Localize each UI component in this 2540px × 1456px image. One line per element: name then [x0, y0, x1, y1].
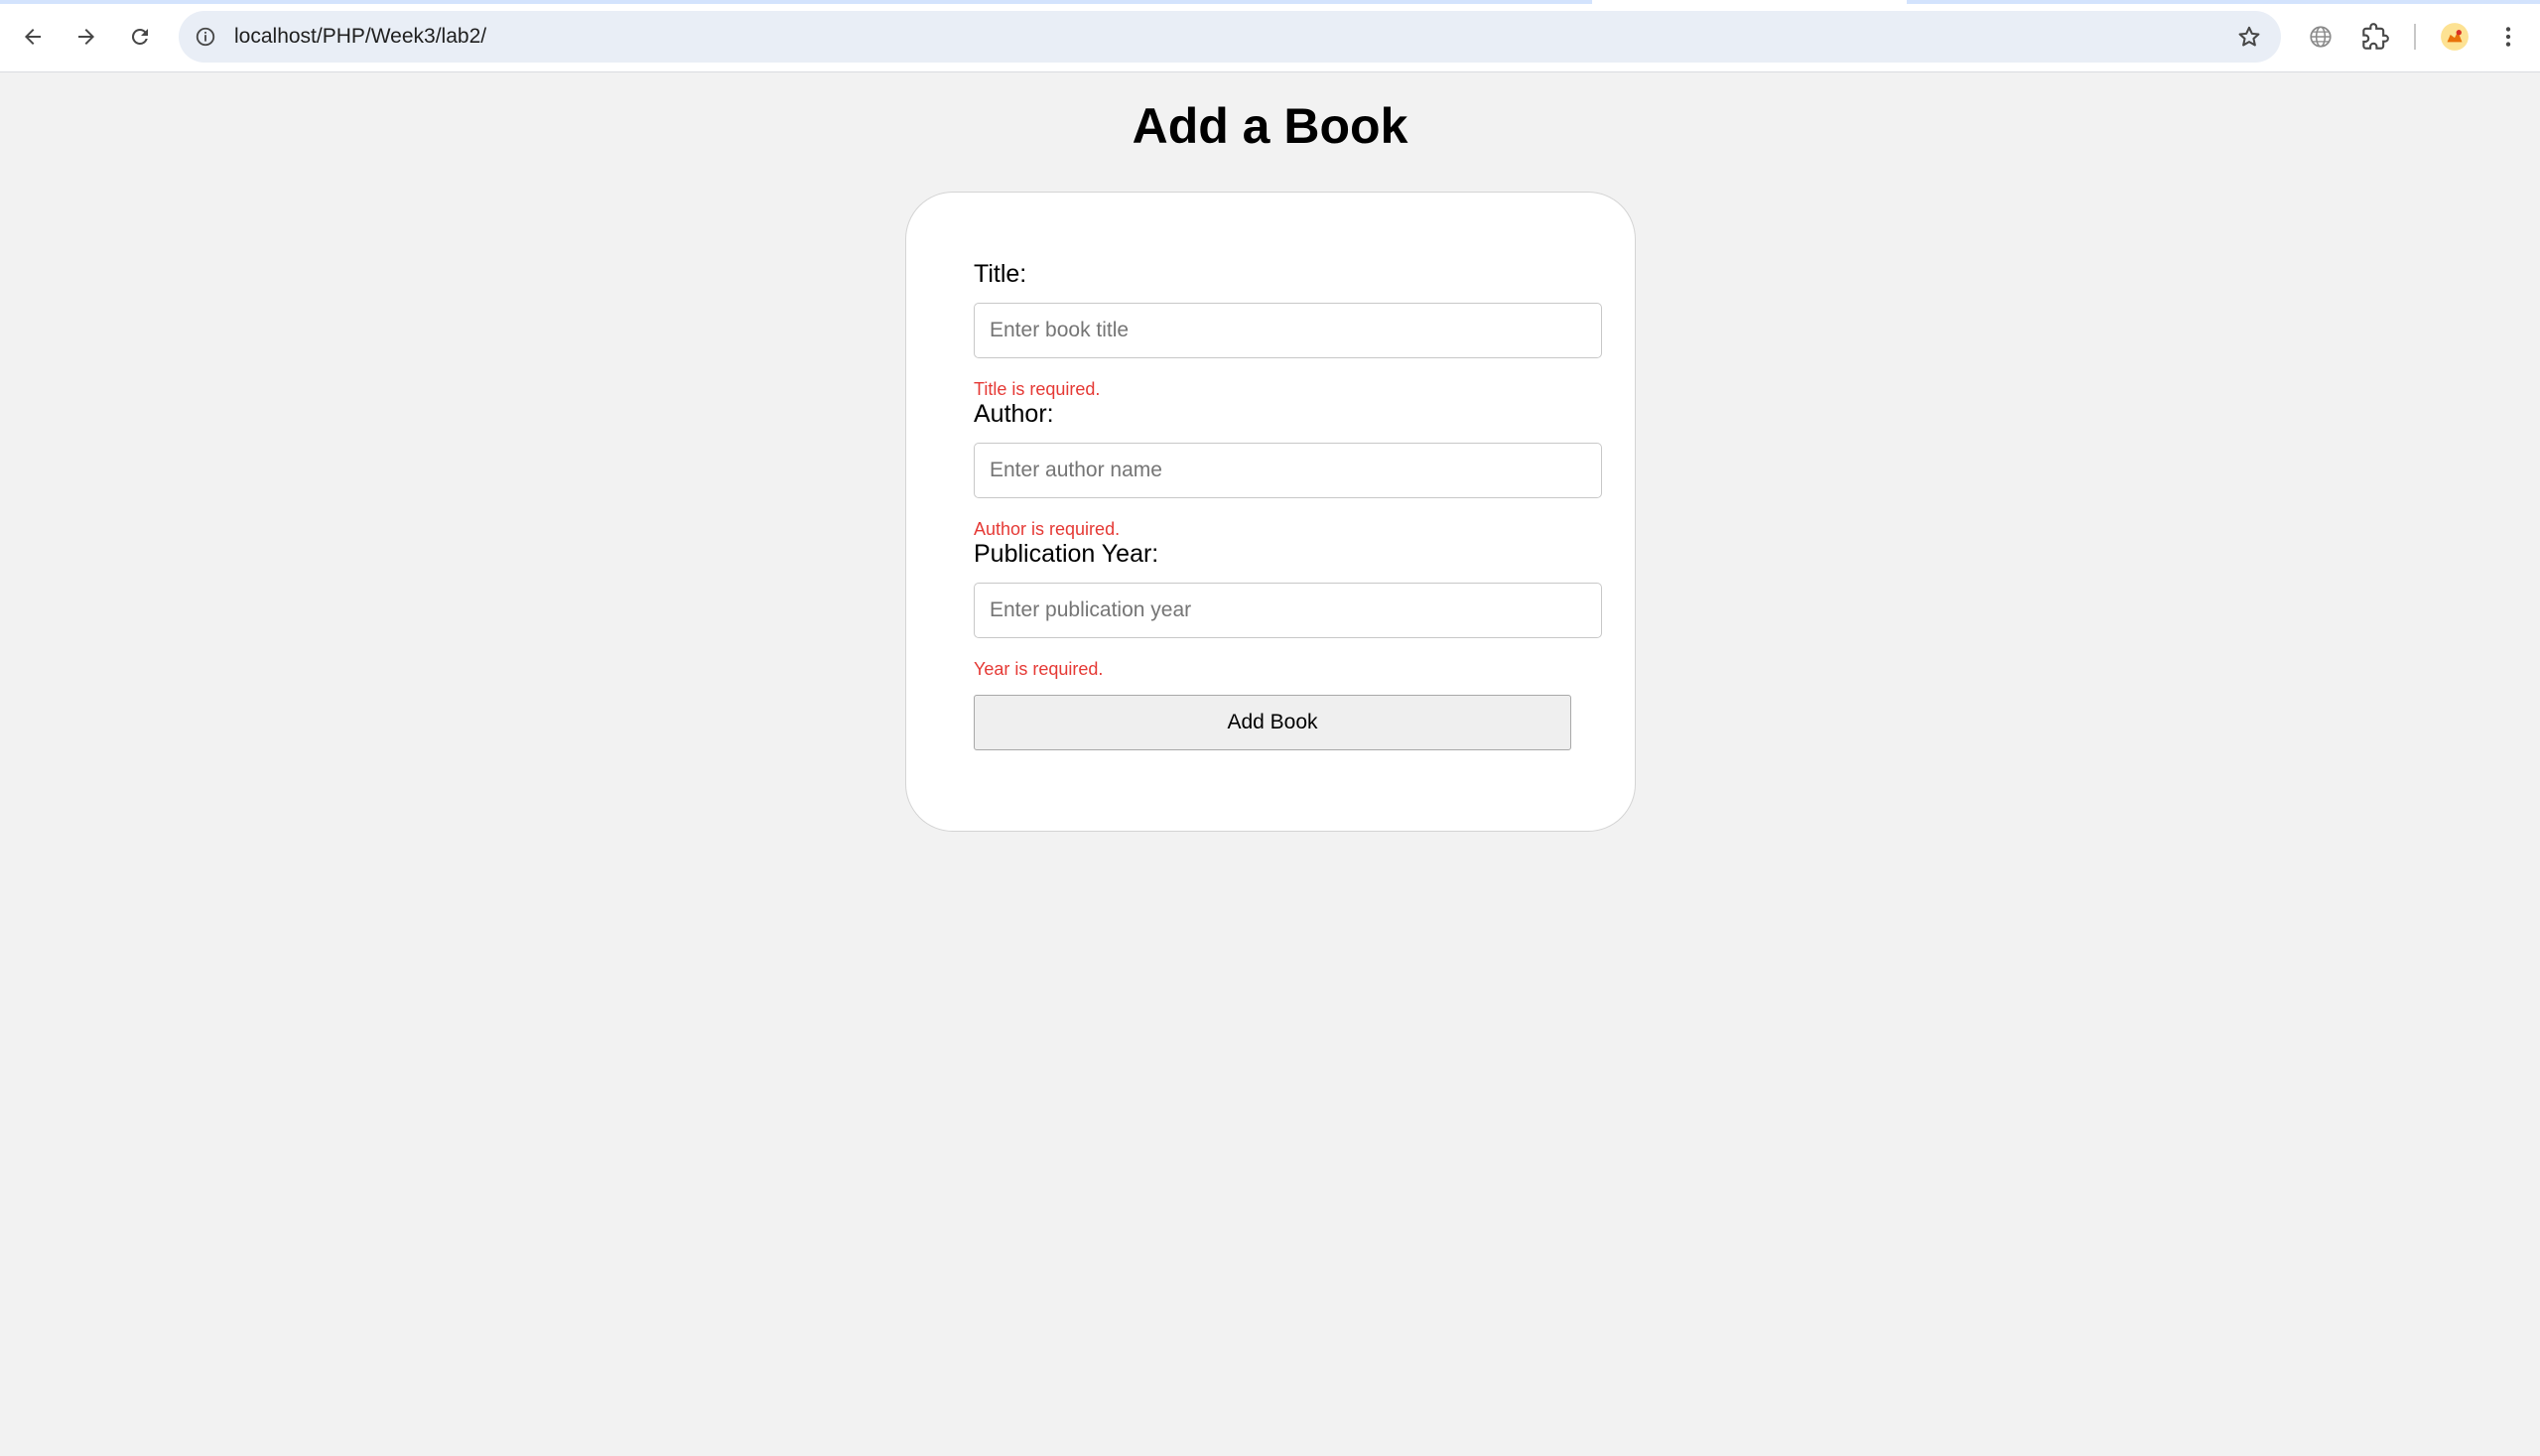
puzzle-icon[interactable] [2355, 17, 2395, 57]
loading-progress-bar [0, 0, 2540, 4]
address-bar[interactable]: localhost/PHP/Week3/lab2/ [179, 11, 2281, 63]
year-label: Publication Year: [974, 540, 1159, 568]
profile-avatar-icon[interactable] [2435, 17, 2474, 57]
author-label: Author: [974, 400, 1054, 428]
year-error: Year is required. [974, 659, 1104, 679]
info-icon[interactable] [193, 24, 218, 50]
page-title: Add a Book [1132, 98, 1408, 154]
title-label: Title: [974, 260, 1027, 288]
year-input[interactable] [974, 583, 1602, 638]
kebab-menu-icon[interactable] [2488, 17, 2528, 57]
add-book-button[interactable]: Add Book [974, 695, 1571, 750]
reload-button[interactable] [120, 17, 160, 57]
add-book-form: Title: Title is required. Author: Author… [905, 192, 1636, 832]
title-error: Title is required. [974, 379, 1101, 399]
browser-toolbar: localhost/PHP/Week3/lab2/ [0, 0, 2540, 72]
progress-segment [0, 0, 1592, 4]
arrow-left-icon [25, 29, 41, 45]
author-error: Author is required. [974, 519, 1121, 539]
title-input[interactable] [974, 303, 1602, 358]
forward-button[interactable] [67, 17, 106, 57]
arrow-right-icon [78, 29, 94, 45]
toolbar-divider [2414, 24, 2416, 50]
author-input[interactable] [974, 443, 1602, 498]
globe-icon[interactable] [2301, 17, 2340, 57]
star-icon[interactable] [2235, 23, 2263, 51]
reload-icon [131, 28, 148, 45]
url-text[interactable]: localhost/PHP/Week3/lab2/ [234, 11, 486, 63]
progress-segment [1907, 0, 2540, 4]
back-button[interactable] [13, 17, 53, 57]
